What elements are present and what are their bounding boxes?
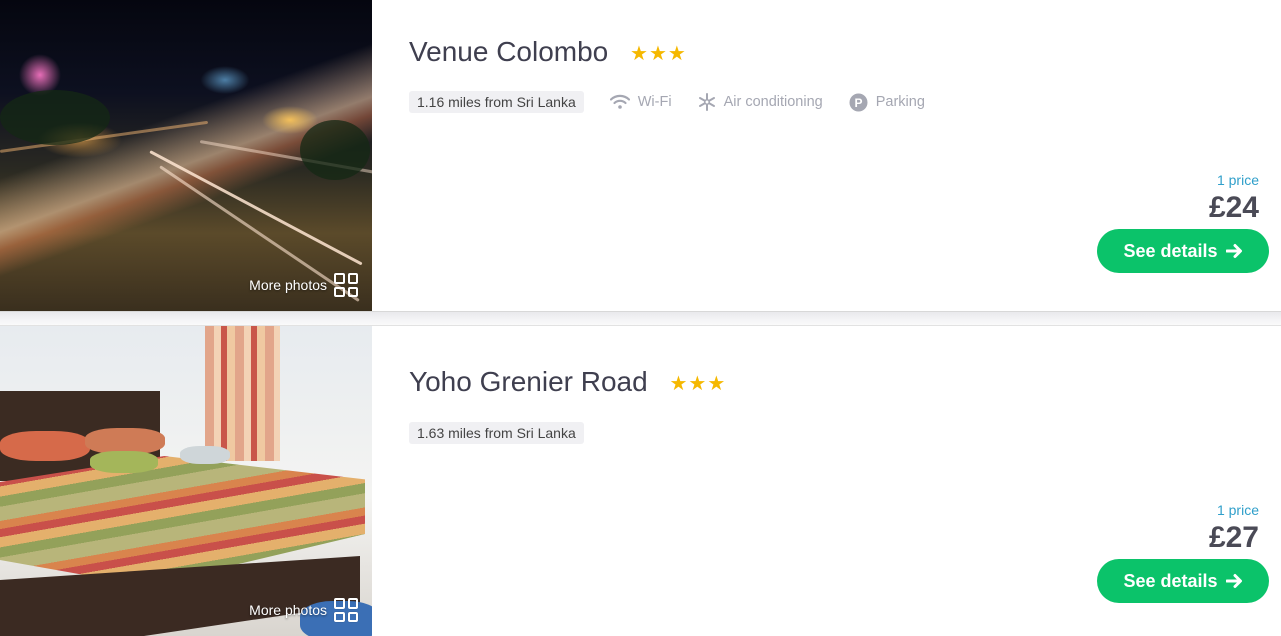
more-photos-label: More photos: [249, 602, 327, 618]
price: £24: [1208, 191, 1259, 224]
svg-text:P: P: [854, 96, 862, 110]
grid-icon: [334, 273, 358, 297]
star-rating: ★★★: [630, 43, 687, 66]
info-row: 1.63 miles from Sri Lanka: [409, 422, 584, 444]
hotel-photo[interactable]: More photos: [0, 0, 372, 311]
price-block: 1 price £27: [1209, 502, 1259, 554]
price: £27: [1208, 521, 1259, 554]
distance-badge: 1.16 miles from Sri Lanka: [409, 91, 584, 113]
amenity-parking: P Parking: [849, 93, 925, 112]
see-details-button[interactable]: See details: [1097, 559, 1269, 603]
price-count[interactable]: 1 price: [1209, 502, 1259, 518]
card-separator: [0, 312, 1281, 326]
more-photos-link[interactable]: More photos: [249, 273, 358, 297]
amenity-label: Parking: [875, 94, 925, 110]
star-rating: ★★★: [669, 373, 727, 396]
parking-icon: P: [849, 93, 868, 111]
wifi-icon: [609, 94, 630, 109]
see-details-label: See details: [1123, 570, 1218, 591]
distance-badge: 1.63 miles from Sri Lanka: [409, 422, 584, 444]
amenity-label: Air conditioning: [723, 94, 823, 110]
see-details-label: See details: [1123, 240, 1218, 261]
hotel-name-text[interactable]: Venue Colombo: [409, 36, 608, 67]
price-block: 1 price £24: [1209, 172, 1259, 224]
arrow-right-icon: [1225, 244, 1242, 258]
amenity-air-conditioning: Air conditioning: [698, 93, 823, 111]
arrow-right-icon: [1225, 574, 1242, 588]
price-count[interactable]: 1 price: [1209, 172, 1259, 188]
grid-icon: [334, 598, 358, 622]
hotel-card[interactable]: More photos Venue Colombo ★★★ 1.16 miles…: [0, 0, 1281, 312]
hotel-name[interactable]: Yoho Grenier Road ★★★: [409, 366, 726, 398]
hotel-name-text[interactable]: Yoho Grenier Road: [409, 366, 648, 397]
info-row: 1.16 miles from Sri Lanka Wi-Fi Air cond…: [409, 91, 925, 113]
snowflake-icon: [698, 93, 715, 111]
hotel-name[interactable]: Venue Colombo ★★★: [409, 36, 687, 68]
see-details-button[interactable]: See details: [1097, 229, 1269, 273]
more-photos-label: More photos: [249, 277, 327, 293]
amenity-label: Wi-Fi: [637, 94, 672, 110]
hotel-photo[interactable]: More photos: [0, 326, 372, 636]
amenity-wifi: Wi-Fi: [609, 94, 672, 110]
hotel-card[interactable]: More photos Yoho Grenier Road ★★★ 1.63 m…: [0, 326, 1281, 636]
more-photos-link[interactable]: More photos: [249, 598, 358, 622]
